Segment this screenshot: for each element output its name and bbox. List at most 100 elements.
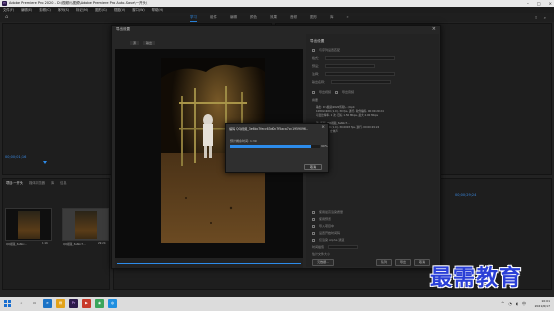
title-bar: Pr Adobe Premiere Pro 2020 - D:\视频\\\视频\… [0, 0, 554, 7]
source-playhead[interactable] [43, 161, 47, 164]
premiere-app-icon: Pr [2, 1, 7, 6]
system-clock[interactable]: 10:01 2021/6/17 [535, 299, 550, 308]
volume-icon[interactable]: ◖ [516, 301, 518, 307]
time-interpolation-select[interactable] [328, 245, 359, 249]
summary-title: 摘要 [312, 98, 319, 102]
chevron-up-icon[interactable]: ^ [501, 301, 504, 307]
window-title: Adobe Premiere Pro 2020 - D:\视频\\\视频\Ado… [9, 1, 148, 5]
source-timecode[interactable]: 00;00;01;16 [5, 155, 26, 159]
alpha-only-checkbox[interactable] [312, 238, 315, 242]
windows-start-icon[interactable] [4, 300, 11, 307]
input-method-icon[interactable]: 中 [522, 301, 526, 307]
export-audio-checkbox[interactable] [335, 90, 339, 94]
project-item-label: QQ视频_3e6bc… [6, 243, 28, 246]
project-item-label: QQ视频_3e6bc7… [63, 243, 86, 246]
clock-date: 2021/6/17 [534, 303, 550, 308]
workspace-overflow[interactable]: » [347, 13, 349, 22]
app-icon[interactable]: ▶ [82, 299, 91, 308]
comments-row: 注释： [312, 72, 396, 76]
workspace-tab-effects[interactable]: 效果 [270, 13, 277, 22]
set-start-timecode-row[interactable]: 设置开始时间码 [312, 231, 340, 235]
settings-header: 导出设置 [310, 39, 325, 43]
close-icon[interactable]: × [549, 0, 552, 7]
encoding-progress-fill [230, 145, 311, 148]
project-item-duration: 29:24 [98, 242, 106, 245]
preset-select[interactable] [325, 64, 376, 68]
match-sequence-row[interactable]: 与序列设置匹配 [312, 48, 340, 52]
project-item-thumbnail-selected[interactable] [62, 208, 109, 241]
close-icon[interactable]: × [321, 125, 325, 130]
tab-info[interactable]: 信息 [60, 180, 66, 185]
import-into-project-row[interactable]: 导入项目中 [312, 224, 334, 228]
estimated-time-remaining: 预计剩余时间: 1:39 [230, 139, 257, 143]
tab-output[interactable]: 输出 [143, 41, 156, 45]
minimize-icon[interactable]: – [527, 0, 529, 7]
queue-button[interactable]: 队列 [376, 259, 392, 266]
alpha-only-row[interactable]: 仅渲染 Alpha 通道 [312, 238, 344, 242]
premiere-taskbar-icon[interactable]: Pr [69, 299, 78, 308]
summary-output-line: 输出: D:\视频\2020剪辑\...\mp4 [316, 106, 355, 109]
metadata-button[interactable]: 元数据... [312, 259, 334, 266]
source-output-tabs: 源 输出 [130, 41, 156, 45]
task-view-icon[interactable]: ▭ [30, 299, 39, 308]
tab-libraries[interactable]: 库 [51, 180, 54, 185]
comments-input[interactable] [325, 72, 396, 76]
edge-browser-icon[interactable]: e [43, 299, 52, 308]
workspace-tabs: 学习 组件 编辑 颜色 效果 音频 图形 库 » [190, 13, 349, 22]
wechat-icon[interactable]: ◉ [95, 299, 104, 308]
dialog-title: 导出设置 [116, 27, 130, 31]
max-render-quality-checkbox[interactable] [312, 210, 315, 214]
match-sequence-checkbox[interactable] [312, 48, 315, 52]
tab-project[interactable]: 项目:一开头 [6, 180, 23, 185]
program-timecode[interactable]: 00;00;29;24 [455, 193, 476, 197]
estimated-file-size-row: 估计文件大小 [312, 252, 331, 256]
export-video-row[interactable]: 导出视频 导出音频 [312, 90, 354, 94]
tab-source[interactable]: 源 [130, 41, 140, 45]
search-icon[interactable]: ⌕ [544, 15, 546, 20]
tab-media-browser[interactable]: 媒体浏览器 [29, 180, 45, 185]
system-tray: ^ ◔ ◖ 中 [501, 301, 526, 307]
workspace-bar: ⌂ 学习 组件 编辑 颜色 效果 音频 图形 库 » ⇪ ⌕ [0, 13, 554, 22]
home-icon[interactable]: ⌂ [5, 15, 10, 20]
workspace-tab-color[interactable]: 颜色 [250, 13, 257, 22]
summary-output-line: 1080x1920 (1.0), 30 fps, 逐行, 软件编码, 00:00… [316, 110, 384, 113]
workspace-tab-editing[interactable]: 编辑 [230, 13, 237, 22]
summary-output-line: 可变比特率, 1 次, 目标 1.50 Mbps, 最大 2.00 Mbps [316, 114, 378, 117]
project-item-thumbnail[interactable] [5, 208, 52, 241]
workspace-tab-libraries[interactable]: 库 [330, 13, 334, 22]
network-icon[interactable]: ◔ [508, 301, 512, 307]
format-select[interactable] [325, 56, 396, 60]
set-start-timecode-checkbox[interactable] [312, 231, 315, 235]
qq-icon[interactable]: ◍ [108, 299, 117, 308]
encoding-title: 编码 QQ视频_3e6bc7fecc63d0c7f5aca7cc1959096.… [229, 127, 308, 131]
output-name-link[interactable] [331, 80, 392, 84]
export-timeline-scrubber[interactable] [115, 258, 303, 268]
use-previews-checkbox[interactable] [312, 217, 315, 221]
windows-taskbar: ⌕ ▭ e ▤ Pr ▶ ◉ ◍ ^ ◔ ◖ 中 10:01 2021/6/17 [0, 297, 554, 311]
workspace-tab-audio[interactable]: 音频 [290, 13, 297, 22]
max-render-quality-row[interactable]: 使用最高渲染质量 [312, 210, 343, 214]
output-name-row: 输出名称： [312, 80, 392, 84]
project-item-duration: 1:16 [42, 242, 48, 245]
encoding-progress-bar [230, 145, 320, 148]
share-icon[interactable]: ⇪ [534, 15, 537, 20]
scrubber-range [117, 263, 301, 264]
workspace-tab-assembly[interactable]: 组件 [210, 13, 217, 22]
file-explorer-icon[interactable]: ▤ [56, 299, 65, 308]
import-into-project-checkbox[interactable] [312, 224, 315, 228]
use-previews-row[interactable]: 使用预览 [312, 217, 331, 221]
workspace-right-icons: ⇪ ⌕ [534, 15, 546, 20]
format-row: 格式： [312, 56, 396, 60]
maximize-icon[interactable]: □ [537, 0, 541, 7]
export-button[interactable]: 导出 [395, 259, 411, 266]
close-icon[interactable]: × [432, 26, 436, 32]
search-icon[interactable]: ⌕ [17, 299, 26, 308]
project-panel-tabs: 项目:一开头 媒体浏览器 库 信息 [6, 180, 67, 185]
workspace-tab-learn[interactable]: 学习 [190, 13, 197, 22]
workspace-tab-graphics[interactable]: 图形 [310, 13, 317, 22]
cancel-encoding-button[interactable]: 取消 [304, 164, 322, 170]
time-interpolation-row: 时间插值 [312, 245, 359, 249]
encoding-progress-dialog: 编码 QQ视频_3e6bc7fecc63d0c7f5aca7cc1959096.… [225, 123, 329, 173]
export-video-checkbox[interactable] [312, 90, 315, 94]
cancel-button[interactable]: 取消 [414, 259, 430, 266]
